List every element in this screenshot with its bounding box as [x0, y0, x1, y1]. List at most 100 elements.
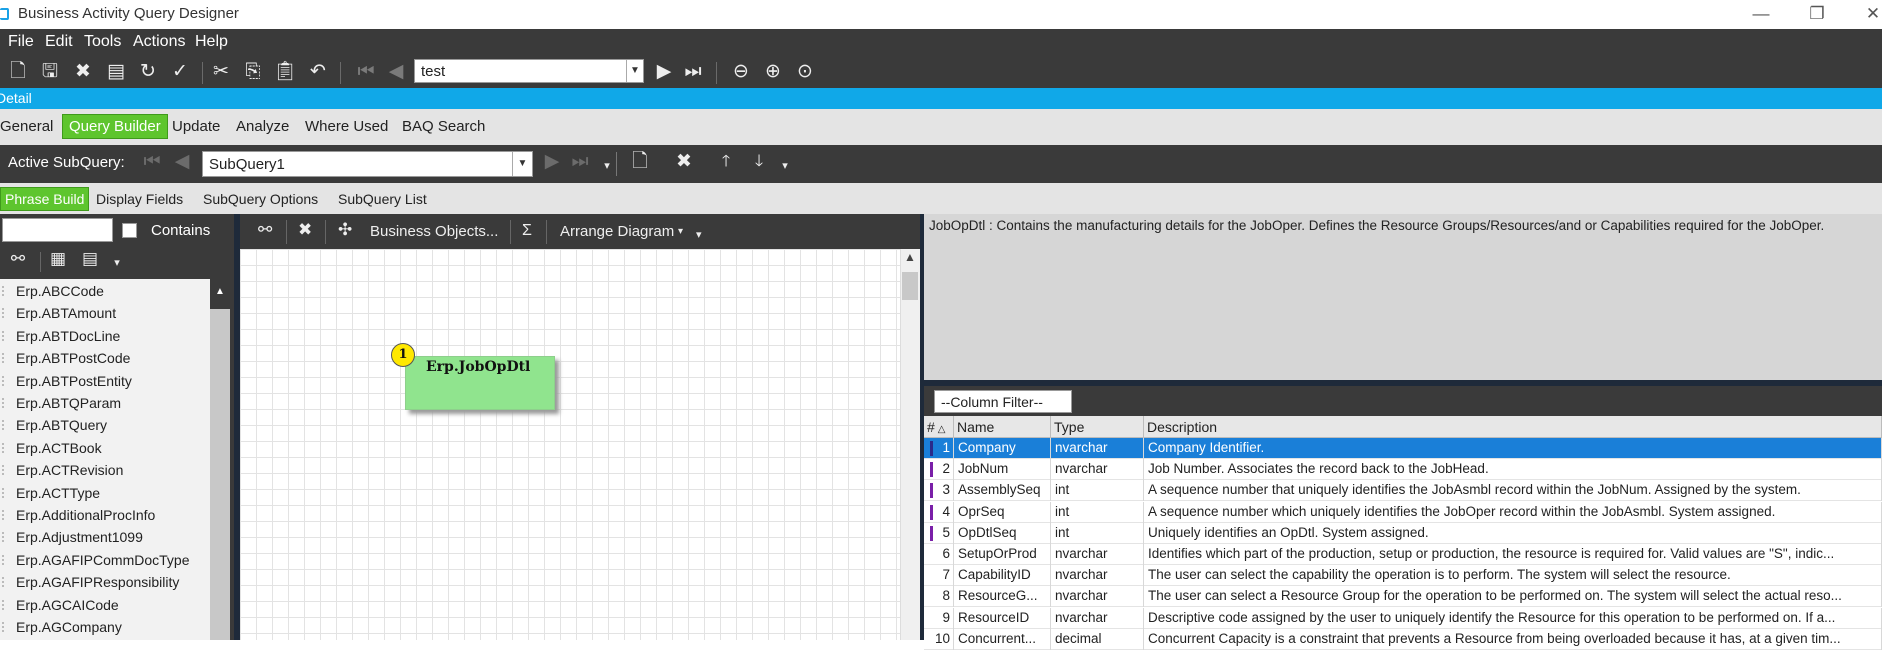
query-diagram-canvas[interactable]: [240, 249, 900, 640]
table-node[interactable]: Erp.JobOpDtl: [405, 356, 555, 410]
tab-subquery-list[interactable]: SubQuery List: [338, 191, 427, 207]
table-list-item[interactable]: Erp.AdditionalProcInfo: [0, 504, 210, 526]
chevron-down-icon[interactable]: ▾: [104, 256, 130, 269]
table-list-item[interactable]: Erp.ACTType: [0, 482, 210, 504]
undo-icon[interactable]: ↶: [306, 60, 330, 84]
table-list-item[interactable]: Erp.ABTPostEntity: [0, 370, 210, 392]
table-list-item[interactable]: Erp.AGCompany: [0, 616, 210, 638]
paste-icon[interactable]: 📋︎: [273, 60, 297, 84]
column-header-num[interactable]: # △: [924, 416, 954, 438]
tab-subquery-options[interactable]: SubQuery Options: [203, 191, 318, 207]
subquery-select[interactable]: SubQuery1: [202, 151, 533, 177]
column-filter-input[interactable]: --Column Filter--: [934, 390, 1072, 413]
table-row[interactable]: 6 SetupOrProd nvarchar Identifies which par…: [924, 544, 1882, 565]
last-record-icon[interactable]: ⏭: [681, 60, 705, 84]
table-row[interactable]: 1 Company nvarchar Company Identifier.: [924, 438, 1882, 459]
tab-update[interactable]: Update: [172, 118, 220, 135]
first-record-icon[interactable]: ⏮: [354, 60, 378, 84]
list-scrollbar[interactable]: [210, 279, 230, 640]
previous-record-icon[interactable]: ◀: [384, 60, 408, 84]
chevron-down-icon[interactable]: ▾: [696, 228, 702, 241]
menu-edit[interactable]: Edit: [45, 33, 73, 51]
business-objects-icon[interactable]: ✣: [338, 220, 352, 240]
table-list-item[interactable]: Erp.ACTRevision: [0, 459, 210, 481]
table-row[interactable]: 4 OprSeq int A sequence number which unique…: [924, 501, 1882, 523]
forward-icon[interactable]: ⊕: [761, 60, 785, 84]
menu-actions[interactable]: Actions: [133, 33, 185, 51]
table-list-item[interactable]: Erp.ABTAmount: [0, 302, 210, 324]
record-input[interactable]: test: [414, 59, 644, 83]
column-header-type[interactable]: Type: [1051, 416, 1144, 438]
scroll-up-icon[interactable]: ▲: [210, 279, 230, 309]
table-search-input[interactable]: [2, 218, 113, 242]
contains-checkbox[interactable]: [122, 223, 137, 238]
table-row[interactable]: 10 Concurrent... decimal Concurrent Capacit…: [924, 628, 1882, 650]
table-list-item[interactable]: Erp.ACTBook: [0, 437, 210, 459]
business-objects-button[interactable]: Business Objects...: [370, 223, 498, 240]
chevron-down-icon[interactable]: ▼: [626, 60, 643, 82]
back-icon[interactable]: ⊖: [729, 60, 753, 84]
table-list-item[interactable]: Erp.AGAFIPResponsibility: [0, 571, 210, 593]
table-row[interactable]: 7 CapabilityID nvarchar The user can select…: [924, 565, 1882, 587]
menu-help[interactable]: Help: [195, 33, 228, 51]
menu-tools[interactable]: Tools: [84, 33, 121, 51]
calculator-icon[interactable]: ▤: [77, 249, 103, 269]
tab-display-fields[interactable]: Display Fields: [96, 191, 183, 207]
chevron-down-icon[interactable]: ▾: [773, 152, 797, 180]
restore-icon[interactable]: ❐: [1802, 4, 1832, 24]
grid-icon[interactable]: ▦: [45, 249, 71, 269]
home-icon[interactable]: ⊙: [793, 60, 817, 84]
table-row[interactable]: 9 ResourceID nvarchar Descriptive code assi…: [924, 607, 1882, 629]
table-row[interactable]: 5 OpDtlSeq int Uniquely identifies an OpDtl…: [924, 522, 1882, 544]
clear-icon[interactable]: ✓: [168, 60, 192, 84]
scroll-up-icon[interactable]: ▲: [900, 250, 920, 270]
table-list-item[interactable]: Erp.AGCAICode: [0, 594, 210, 616]
tab-baq-search[interactable]: BAQ Search: [402, 118, 485, 135]
close-icon[interactable]: ✕: [1858, 4, 1882, 24]
tab-analyze[interactable]: Analyze: [236, 118, 289, 135]
link-icon[interactable]: ⚯: [258, 220, 272, 240]
column-header-description[interactable]: Description: [1144, 416, 1882, 438]
delete-icon[interactable]: ✖: [298, 220, 312, 240]
tab-where-used[interactable]: Where Used: [305, 118, 388, 135]
new-subquery-icon[interactable]: 🗋: [628, 148, 652, 176]
tab-general[interactable]: General: [0, 118, 53, 135]
next-subquery-icon[interactable]: ▶: [540, 148, 564, 176]
move-up-icon[interactable]: 🡑: [714, 148, 738, 176]
scroll-thumb[interactable]: [902, 272, 918, 300]
column-header-name[interactable]: Name: [954, 416, 1051, 438]
table-list-item[interactable]: Erp.ABTQParam: [0, 392, 210, 414]
new-icon[interactable]: 🗋: [6, 60, 30, 84]
clipboard-icon[interactable]: ▤: [104, 60, 128, 84]
table-list-item[interactable]: Erp.ABTDocLine: [0, 325, 210, 347]
arrange-diagram-button[interactable]: Arrange Diagram: [560, 223, 674, 240]
table-list-item[interactable]: Erp.Adjustment1099: [0, 526, 210, 548]
last-subquery-icon[interactable]: ⏭: [568, 148, 592, 176]
table-list-item[interactable]: Erp.ABCCode: [0, 280, 210, 302]
cut-icon[interactable]: ✂: [209, 60, 233, 84]
table-row[interactable]: 8 ResourceG... nvarchar The user can select…: [924, 586, 1882, 608]
refresh-icon[interactable]: ↻: [136, 60, 160, 84]
save-icon[interactable]: 🖫: [38, 60, 62, 84]
table-list-item[interactable]: Erp.ABTQuery: [0, 414, 210, 436]
minimize-icon[interactable]: —: [1746, 4, 1776, 24]
table-list-item[interactable]: Erp.AGAFIPCommDocType: [0, 549, 210, 571]
table-row[interactable]: 2 JobNum nvarchar Job Number. Associates th…: [924, 459, 1882, 481]
tab-query-builder[interactable]: Query Builder: [62, 114, 168, 139]
table-row[interactable]: 3 AssemblySeq int A sequence number that un…: [924, 480, 1882, 502]
move-down-icon[interactable]: 🡓: [747, 148, 771, 176]
table-list-item[interactable]: Erp.ABTPostCode: [0, 347, 210, 369]
chevron-down-icon[interactable]: ▼: [512, 152, 532, 176]
tab-phrase-build[interactable]: Phrase Build: [0, 187, 90, 211]
copy-icon[interactable]: ⎘: [241, 60, 265, 84]
link-icon[interactable]: ⚯: [5, 249, 31, 269]
delete-icon[interactable]: ✖: [71, 60, 95, 84]
delete-subquery-icon[interactable]: ✖: [672, 148, 696, 176]
diagram-scrollbar[interactable]: [900, 249, 920, 640]
chevron-down-icon[interactable]: ▾: [678, 226, 683, 237]
next-record-icon[interactable]: ▶: [652, 60, 676, 84]
menu-file[interactable]: File: [8, 33, 34, 51]
previous-subquery-icon[interactable]: ◀: [170, 148, 194, 176]
sigma-button[interactable]: Σ: [522, 222, 532, 240]
first-subquery-icon[interactable]: ⏮: [140, 148, 164, 176]
